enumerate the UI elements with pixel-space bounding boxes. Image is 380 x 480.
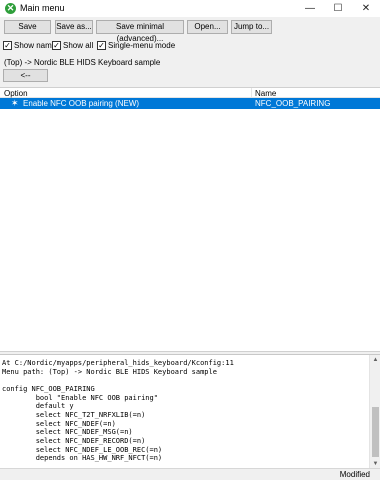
- show-name-label: Show name: [14, 41, 57, 50]
- help-scrollbar[interactable]: ▲ ▼: [369, 355, 380, 469]
- show-all-checkbox[interactable]: ✓: [52, 41, 61, 50]
- title-bar: ✕ Main menu — ☐ ✕: [0, 0, 380, 17]
- minimize-button[interactable]: —: [296, 0, 324, 17]
- single-menu-mode-checkbox[interactable]: ✓: [97, 41, 106, 50]
- tree-row[interactable]: ✶ Enable NFC OOB pairing (NEW) NFC_OOB_P…: [0, 98, 380, 109]
- save-button[interactable]: Save: [4, 20, 51, 34]
- tree-header: Option Name: [0, 88, 380, 98]
- column-option-header[interactable]: Option: [4, 89, 28, 98]
- column-divider[interactable]: [251, 88, 252, 98]
- close-button[interactable]: ✕: [352, 0, 380, 17]
- back-button[interactable]: <--: [3, 69, 48, 82]
- show-name-option[interactable]: ✓ Show name: [3, 40, 56, 51]
- window-title: Main menu: [20, 3, 65, 13]
- menu-tree[interactable]: Option Name ✶ Enable NFC OOB pairing (NE…: [0, 87, 380, 352]
- jump-to-button[interactable]: Jump to...: [231, 20, 272, 34]
- star-icon: ✶: [11, 98, 19, 108]
- tree-row-option: Enable NFC OOB pairing (NEW): [23, 99, 140, 108]
- breadcrumb: (Top) -> Nordic BLE HIDS Keyboard sample: [4, 58, 161, 67]
- column-name-header[interactable]: Name: [255, 89, 276, 98]
- open-button[interactable]: Open...: [187, 20, 228, 34]
- save-as-button[interactable]: Save as...: [55, 20, 93, 34]
- show-all-label: Show all: [63, 41, 94, 50]
- show-all-option[interactable]: ✓ Show all: [52, 40, 93, 51]
- show-name-checkbox[interactable]: ✓: [3, 41, 12, 50]
- scroll-thumb[interactable]: [372, 407, 379, 457]
- tree-row-name: NFC_OOB_PAIRING: [255, 99, 331, 108]
- maximize-button[interactable]: ☐: [324, 0, 352, 17]
- single-menu-mode-label: Single-menu mode: [108, 41, 176, 50]
- help-text: At C:/Nordic/myapps/peripheral_hids_keyb…: [2, 359, 234, 463]
- single-menu-mode-option[interactable]: ✓ Single-menu mode: [97, 40, 175, 51]
- save-minimal-button[interactable]: Save minimal (advanced)...: [96, 20, 184, 43]
- app-icon: ✕: [5, 3, 16, 14]
- scroll-up-icon[interactable]: ▲: [370, 355, 380, 365]
- help-pane[interactable]: At C:/Nordic/myapps/peripheral_hids_keyb…: [0, 354, 380, 469]
- status-text: Modified: [339, 470, 370, 479]
- status-bar: Modified: [0, 468, 380, 480]
